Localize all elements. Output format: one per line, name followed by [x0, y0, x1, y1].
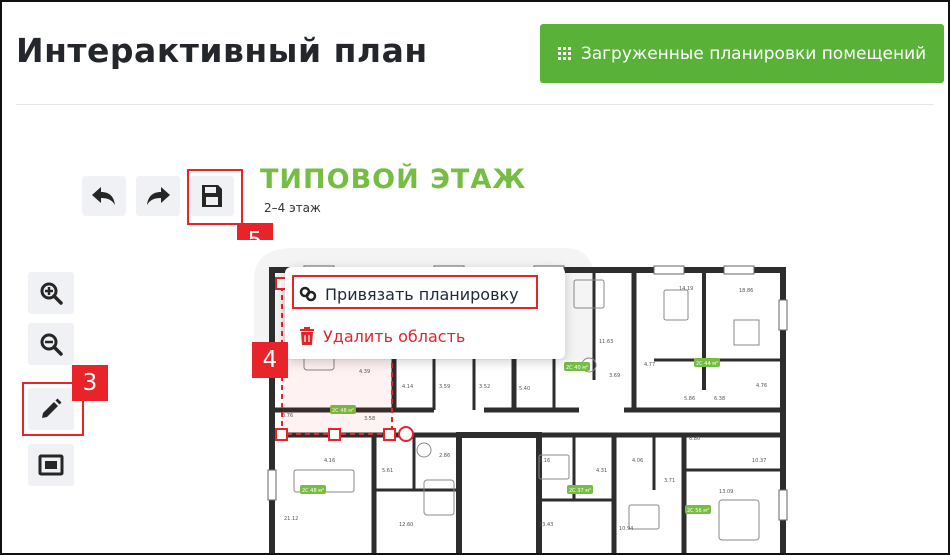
- area-label: 6.80: [689, 436, 700, 442]
- plan-subtitle: 2–4 этаж: [264, 201, 321, 215]
- area-label: 3.59: [439, 384, 450, 390]
- zoom-in-button[interactable]: [28, 272, 74, 314]
- area-label: 6.38: [714, 396, 725, 402]
- area-label: 4.77: [644, 362, 655, 368]
- grid-icon: [557, 47, 571, 60]
- undo-icon: [92, 187, 115, 205]
- area-label: 13.09: [719, 489, 733, 495]
- plan-title: ТИПОВОЙ ЭТАЖ: [260, 164, 527, 195]
- area-label: 13.43: [539, 522, 553, 528]
- area-label: 11.63: [599, 339, 613, 345]
- area-label: 4.76: [756, 383, 767, 389]
- picture-frame-icon: [38, 454, 64, 476]
- area-label: 10.37: [752, 458, 766, 464]
- area-label: 3.71: [664, 478, 675, 484]
- loaded-layouts-button[interactable]: Загруженные планировки помещений: [540, 24, 944, 83]
- app-frame: Интерактивный план Загруженные планировк…: [0, 0, 950, 555]
- area-label: 2С 48 м²: [302, 488, 324, 494]
- area-label: 5.40: [519, 386, 530, 392]
- redo-icon: [147, 187, 170, 205]
- area-label: 5.86: [684, 396, 695, 402]
- delete-area-label: Удалить область: [323, 326, 466, 346]
- header-divider: [16, 104, 934, 105]
- undo-button[interactable]: [82, 176, 126, 216]
- zoom-in-icon: [40, 282, 63, 305]
- redo-button[interactable]: [136, 176, 180, 216]
- zoom-out-button[interactable]: [28, 323, 74, 365]
- page-title: Интерактивный план: [16, 31, 428, 70]
- area-label: 2.86: [439, 453, 450, 459]
- area-label: 2С 40 м²: [566, 365, 588, 371]
- area-label: 21.12: [284, 516, 298, 522]
- area-label: 3.69: [609, 373, 620, 379]
- area-label: 5.61: [382, 468, 393, 474]
- delete-area-menu-item[interactable]: Удалить область: [285, 321, 565, 351]
- area-label: 4.06: [632, 458, 643, 464]
- area-label: 3.16: [539, 458, 550, 464]
- link-layout-highlight: [292, 275, 538, 309]
- area-label: 2С 44 м²: [696, 361, 718, 367]
- trash-icon: [300, 327, 314, 345]
- zoom-out-icon: [40, 333, 63, 356]
- annotation-3: 3: [72, 365, 108, 401]
- area-label: 10.94: [619, 526, 633, 532]
- frame-button[interactable]: [28, 444, 74, 486]
- loaded-layouts-label: Загруженные планировки помещений: [580, 43, 927, 64]
- area-label: 4.31: [596, 468, 607, 474]
- area-label: 18.86: [739, 288, 753, 294]
- area-label: 2С 37 м²: [569, 488, 591, 494]
- area-label: 3.52: [479, 384, 490, 390]
- area-label: 12.60: [399, 522, 413, 528]
- area-label: 14.19: [679, 286, 693, 292]
- area-label: 4.16: [324, 458, 335, 464]
- save-highlight: [187, 169, 243, 225]
- area-label: 2С 56 м²: [687, 508, 709, 514]
- annotation-4: 4: [252, 342, 288, 378]
- area-label: 4.14: [402, 384, 413, 390]
